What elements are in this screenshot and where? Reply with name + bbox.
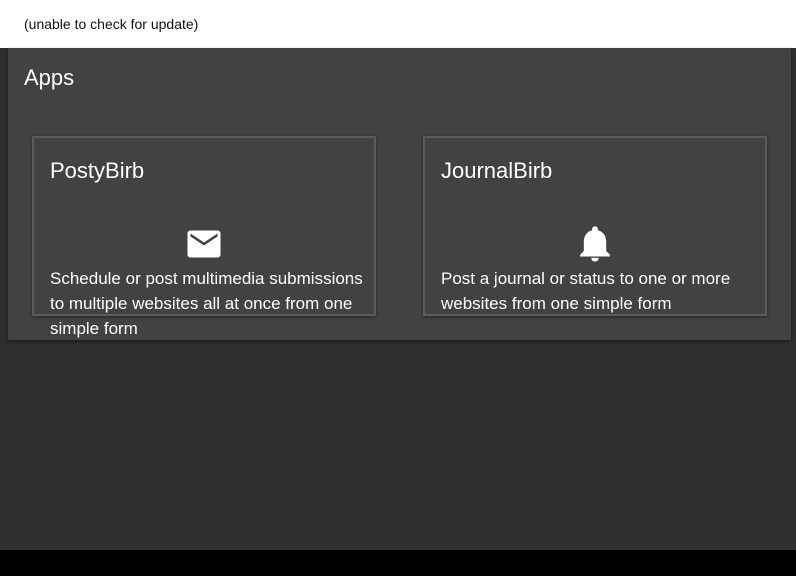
app-card-title: JournalBirb [441, 158, 553, 183]
app-card-description: Schedule or post multimedia submissions … [50, 269, 363, 338]
apps-panel: Apps PostyBirb Schedule or post multimed… [8, 48, 791, 340]
mail-icon [34, 226, 374, 262]
bottom-bar [0, 550, 796, 576]
bell-icon [425, 226, 765, 262]
app-card-title: PostyBirb [50, 158, 145, 183]
app-card-description: Post a journal or status to one or more … [441, 269, 731, 313]
update-status-text: (unable to check for update) [24, 16, 199, 32]
app-card-postybirb[interactable]: PostyBirb Schedule or post multimedia su… [32, 136, 376, 338]
app-card-journalbirb[interactable]: JournalBirb Post a journal or status to … [423, 136, 767, 316]
apps-title: Apps [24, 65, 75, 90]
update-status-bar: (unable to check for update) [0, 0, 796, 48]
